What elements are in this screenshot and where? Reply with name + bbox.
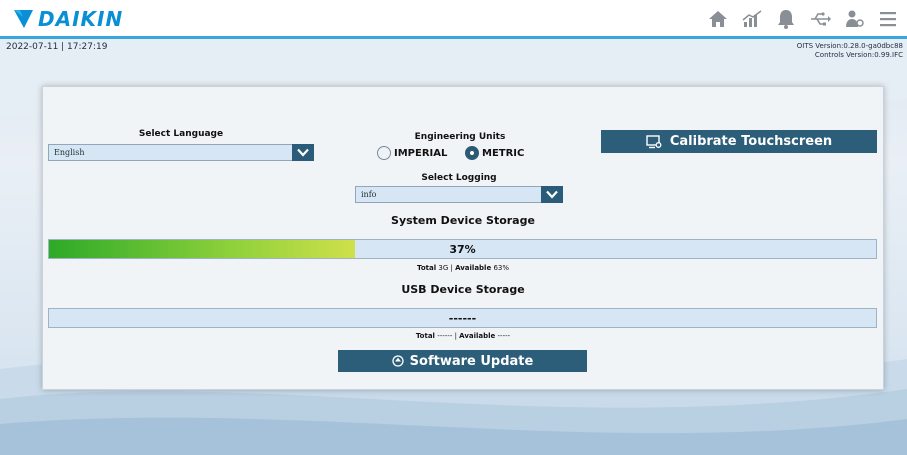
header-toolbar <box>707 8 899 30</box>
system-storage-bar: 37% <box>48 239 877 259</box>
radio-unchecked-icon <box>377 146 391 160</box>
daikin-logo: DAIKIN <box>12 6 123 32</box>
oits-version: OITS Version:0.28.0-ga0dbc88 <box>796 42 903 50</box>
usb-storage-summary: Total ------ | Available ----- <box>415 332 511 340</box>
home-icon[interactable] <box>707 8 729 30</box>
touchscreen-icon <box>646 134 662 148</box>
alarm-bell-icon[interactable] <box>775 8 797 30</box>
date-time: 2022-07-11 | 17:27:19 <box>6 42 108 52</box>
calibrate-label: Calibrate Touchscreen <box>669 134 833 149</box>
calibrate-touchscreen-button[interactable]: Calibrate Touchscreen <box>601 130 877 153</box>
usb-available-value: ----- <box>497 332 511 340</box>
logging-value: info <box>361 190 377 199</box>
service-person-icon[interactable] <box>843 8 865 30</box>
logging-dropdown-button[interactable] <box>541 186 563 203</box>
trend-chart-icon[interactable] <box>741 8 763 30</box>
system-storage-percent: 37% <box>449 243 476 256</box>
radio-imperial[interactable]: IMPERIAL <box>377 146 447 160</box>
brand-name: DAIKIN <box>38 7 124 31</box>
usb-storage-title: USB Device Storage <box>401 283 525 296</box>
controls-version: Controls Version:0.99.IFC <box>814 51 903 59</box>
chevron-down-icon <box>546 190 558 199</box>
app-header: DAIKIN <box>0 0 907 39</box>
language-dropdown-button[interactable] <box>292 144 314 161</box>
system-total-value: 3G <box>438 264 449 272</box>
update-arrow-icon <box>392 355 404 367</box>
usb-total-label: Total <box>415 332 435 340</box>
usb-storage-value: ------ <box>448 312 477 325</box>
usb-available-label: Available <box>459 332 496 340</box>
logging-select[interactable]: info <box>355 186 563 203</box>
language-select[interactable]: English <box>48 144 314 161</box>
daikin-logo-icon <box>14 10 33 28</box>
chevron-down-icon <box>297 148 309 157</box>
usb-total-value: ------ <box>437 332 453 340</box>
system-total-label: Total <box>417 264 437 272</box>
usb-storage-bar: ------ <box>48 308 877 328</box>
menu-icon[interactable] <box>877 8 899 30</box>
metric-label: METRIC <box>482 147 525 159</box>
system-available-value: 63% <box>493 264 509 272</box>
language-value: English <box>54 148 85 157</box>
logging-label: Select Logging <box>421 173 497 183</box>
radio-checked-icon <box>465 146 479 160</box>
version-info: OITS Version:0.28.0-ga0dbc88 Controls Ve… <box>797 42 903 60</box>
system-available-label: Available <box>455 264 492 272</box>
system-storage-title: System Device Storage <box>391 214 535 227</box>
system-storage-summary: Total 3G | Available 63% <box>417 264 509 272</box>
units-label: Engineering Units <box>414 132 506 142</box>
software-update-button[interactable]: Software Update <box>338 350 587 372</box>
radio-metric[interactable]: METRIC <box>465 146 524 160</box>
usb-icon[interactable] <box>809 8 831 30</box>
imperial-label: IMPERIAL <box>394 147 448 159</box>
language-label: Select Language <box>138 129 224 139</box>
software-update-label: Software Update <box>409 353 534 369</box>
